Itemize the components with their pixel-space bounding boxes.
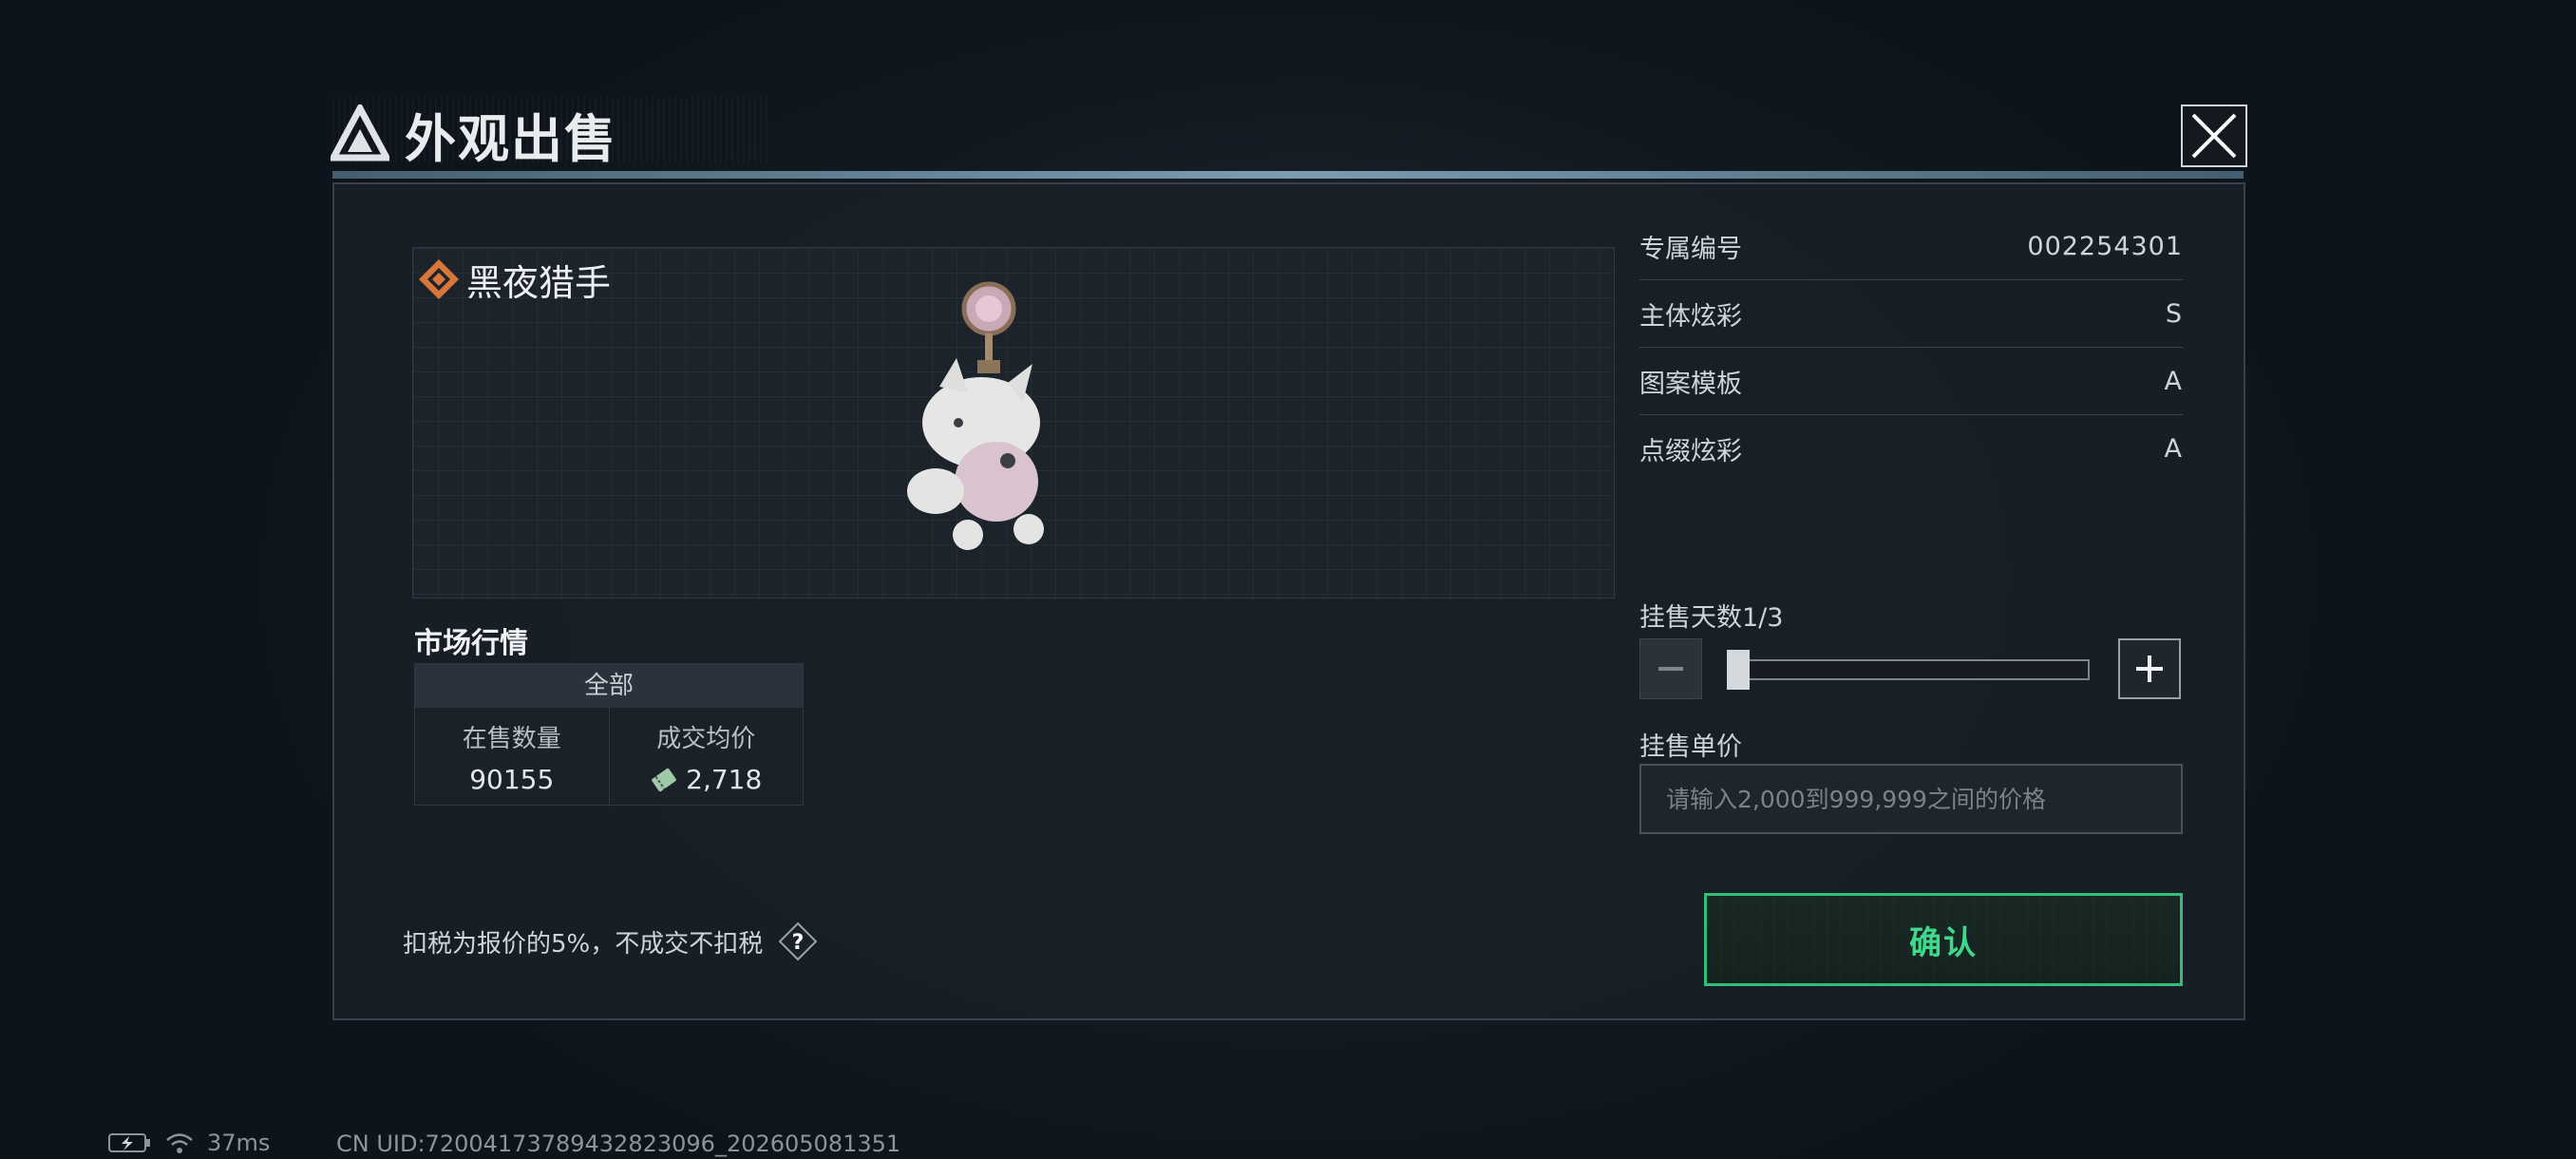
- plus-icon: [2136, 656, 2163, 682]
- attribute-row: 专属编号 002254301: [1639, 213, 2183, 280]
- item-name: 黑夜猎手: [466, 262, 612, 304]
- listing-days-slider[interactable]: [1727, 659, 2090, 680]
- attribute-value: A: [2164, 366, 2183, 396]
- item-preview: 黑夜猎手: [412, 247, 1615, 598]
- tax-note-text: 扣税为报价的5%，不成交不扣税: [403, 929, 764, 959]
- listing-price-input[interactable]: [1639, 764, 2183, 834]
- market-info-table: 全部 在售数量 90155 成交均价 2,718: [414, 663, 804, 807]
- avg-price-value: 2,718: [686, 764, 763, 795]
- item-charm-image: [901, 280, 1072, 565]
- on-sale-column: 在售数量 90155: [415, 708, 609, 807]
- attribute-value: S: [2165, 298, 2183, 329]
- currency-ticket-icon: [652, 768, 676, 791]
- diamond-rarity-icon: [417, 257, 461, 301]
- header-divider: [332, 171, 2244, 179]
- dialog-title: 外观出售: [405, 108, 617, 169]
- close-icon: [2191, 113, 2237, 159]
- listing-price-label: 挂售单价: [1639, 732, 1742, 762]
- triangle-logo-icon: [328, 101, 392, 163]
- attribute-row: 主体炫彩 S: [1639, 280, 2183, 348]
- wifi-icon: [166, 1133, 193, 1153]
- tax-note-row: 扣税为报价的5%，不成交不扣税 ?: [403, 922, 818, 961]
- increase-days-button[interactable]: [2118, 638, 2181, 699]
- attribute-label: 点缀炫彩: [1639, 437, 1742, 466]
- battery-charging-icon: [108, 1133, 150, 1152]
- attribute-label: 图案模板: [1639, 369, 1742, 399]
- help-question-icon[interactable]: ?: [778, 922, 818, 961]
- slider-handle[interactable]: [1727, 650, 1750, 690]
- attribute-list: 专属编号 002254301 主体炫彩 S 图案模板 A 点缀炫彩 A: [1639, 213, 2183, 483]
- status-bar: 37ms: [108, 1130, 271, 1156]
- minus-icon: [1658, 667, 1683, 671]
- sell-panel: 黑夜猎手 市场行情 全部 在售数量 90155 成交均价 2,718 专属编号 …: [332, 182, 2245, 1020]
- attribute-row: 点缀炫彩 A: [1639, 415, 2183, 483]
- avg-price-label: 成交均价: [656, 725, 756, 753]
- attribute-label: 主体炫彩: [1639, 301, 1742, 332]
- svg-text:?: ?: [792, 931, 805, 955]
- attribute-value: 002254301: [2027, 231, 2183, 261]
- close-button[interactable]: [2181, 104, 2247, 167]
- market-tab-all[interactable]: 全部: [415, 664, 803, 708]
- on-sale-value: 90155: [469, 764, 555, 795]
- attribute-label: 专属编号: [1639, 234, 1742, 264]
- dialog-header: 外观出售: [328, 95, 1296, 173]
- listing-days-label: 挂售天数1/3: [1639, 603, 1784, 633]
- on-sale-label: 在售数量: [462, 725, 561, 753]
- confirm-button[interactable]: 确认: [1704, 893, 2183, 986]
- uid-text: CN UID:72004173789432823096_202605081351: [336, 1130, 901, 1157]
- attribute-row: 图案模板 A: [1639, 348, 2183, 415]
- avg-price-column: 成交均价 2,718: [608, 708, 804, 807]
- market-title: 市场行情: [414, 627, 528, 660]
- decrease-days-button[interactable]: [1639, 638, 1702, 699]
- ping-value: 37ms: [207, 1130, 271, 1156]
- attribute-value: A: [2164, 434, 2183, 464]
